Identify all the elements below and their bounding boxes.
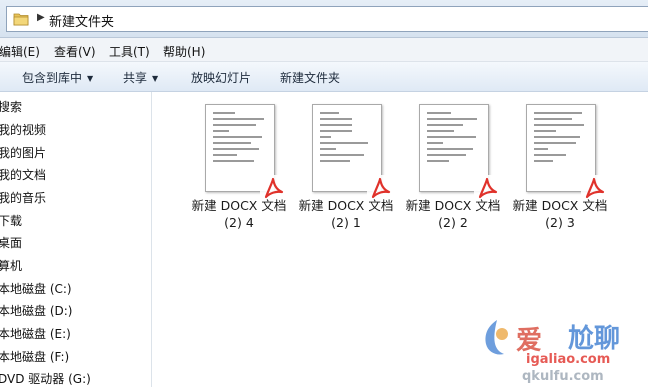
breadcrumb-arrow-icon[interactable]: ▶ <box>37 12 45 23</box>
menu-edit[interactable]: 编辑(E) <box>0 43 40 60</box>
menu-tools[interactable]: 工具(T) <box>109 43 150 60</box>
address-bar: ▶ 新建文件夹 <box>0 0 648 38</box>
navigation-pane: 搜索 我的视频 我的图片 我的文档 我的音乐 下载 桌面 算机 本地磁盘 (C:… <box>0 92 152 387</box>
chevron-down-icon: ▼ <box>152 74 159 83</box>
file-item[interactable]: 新建 DOCX 文档 (2) 1 <box>298 94 394 234</box>
nav-item-music[interactable]: 我的音乐 <box>0 189 46 206</box>
file-name-suffix: (2) 4 <box>224 215 254 230</box>
watermark-domain: igaliao.com <box>526 352 611 367</box>
file-item[interactable]: 新建 DOCX 文档 (2) 2 <box>405 94 501 234</box>
file-name: 新建 DOCX 文档 <box>512 198 608 213</box>
breadcrumb-current-folder[interactable]: 新建文件夹 <box>49 11 114 30</box>
watermark: 爱 尬聊 igaliao.com qkulfu.com <box>478 300 648 387</box>
watermark-logo-icon <box>485 320 508 355</box>
new-folder-button[interactable]: 新建文件夹 <box>280 69 340 86</box>
slideshow-button[interactable]: 放映幻灯片 <box>191 69 251 86</box>
nav-item-pictures[interactable]: 我的图片 <box>0 144 46 161</box>
document-thumbnail <box>419 104 500 201</box>
nav-item-videos[interactable]: 我的视频 <box>0 121 46 138</box>
nav-item-drive-e[interactable]: 本地磁盘 (E:) <box>0 325 71 342</box>
address-field[interactable]: ▶ 新建文件夹 <box>6 6 648 32</box>
watermark-title: 尬聊 <box>568 324 621 354</box>
file-name: 新建 DOCX 文档 <box>405 198 501 213</box>
nav-item-drive-d[interactable]: 本地磁盘 (D:) <box>0 302 72 319</box>
file-name-suffix: (2) 2 <box>438 215 468 230</box>
file-name-suffix: (2) 3 <box>545 215 575 230</box>
watermark-domain-secondary: qkulfu.com <box>522 369 604 384</box>
share-label: 共享 <box>123 71 148 85</box>
share-button[interactable]: 共享 ▼ <box>123 69 158 86</box>
nav-item-drive-c[interactable]: 本地磁盘 (C:) <box>0 280 72 297</box>
document-thumbnail <box>205 104 286 201</box>
folder-icon <box>13 13 29 26</box>
document-thumbnail <box>526 104 607 201</box>
nav-item-drive-f[interactable]: 本地磁盘 (F:) <box>0 348 69 365</box>
nav-item-dvd-drive-g[interactable]: DVD 驱动器 (G:) <box>0 370 91 387</box>
nav-item-documents[interactable]: 我的文档 <box>0 166 46 183</box>
file-item[interactable]: 新建 DOCX 文档 (2) 4 <box>191 94 287 234</box>
file-name: 新建 DOCX 文档 <box>298 198 394 213</box>
document-thumbnail <box>312 104 393 201</box>
nav-item-search[interactable]: 搜索 <box>0 98 22 115</box>
menu-view[interactable]: 查看(V) <box>54 43 96 60</box>
chevron-down-icon: ▼ <box>87 74 94 83</box>
nav-item-downloads[interactable]: 下载 <box>0 212 22 229</box>
nav-item-desktop[interactable]: 桌面 <box>0 234 22 251</box>
command-toolbar: 包含到库中 ▼ 共享 ▼ 放映幻灯片 新建文件夹 <box>0 62 648 92</box>
nav-item-computer[interactable]: 算机 <box>0 257 22 274</box>
file-name-suffix: (2) 1 <box>331 215 361 230</box>
file-name: 新建 DOCX 文档 <box>191 198 287 213</box>
file-item[interactable]: 新建 DOCX 文档 (2) 3 <box>512 94 608 234</box>
menu-help[interactable]: 帮助(H) <box>163 43 205 60</box>
include-in-library-label: 包含到库中 <box>22 71 83 85</box>
include-in-library-button[interactable]: 包含到库中 ▼ <box>22 69 93 86</box>
menu-bar: 编辑(E) 查看(V) 工具(T) 帮助(H) <box>0 38 648 62</box>
